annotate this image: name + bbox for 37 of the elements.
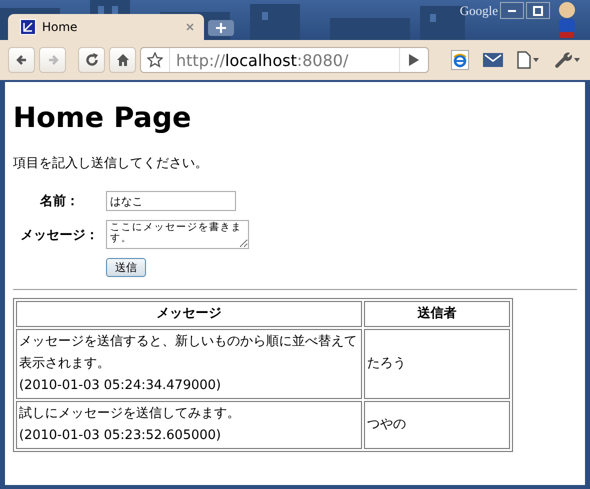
column-header: 送信者 — [364, 301, 510, 327]
minimize-icon — [508, 10, 516, 12]
go-icon[interactable] — [409, 54, 419, 66]
field-label: メッセージ： — [20, 226, 98, 244]
send-button[interactable]: 送信 — [106, 258, 146, 277]
name-field[interactable]: はなこ — [106, 191, 236, 211]
sender-cell: たろう — [364, 329, 510, 399]
maximize-button[interactable] — [526, 2, 550, 19]
sender-cell: つやの — [364, 401, 510, 449]
column-header: メッセージ — [16, 301, 362, 327]
browser-tab[interactable]: Home — [8, 14, 204, 40]
minimize-button[interactable] — [500, 2, 524, 19]
message-field[interactable]: ここにメッセージを書きます。 — [106, 220, 249, 249]
address-bar[interactable]: http://localhost:8080/ — [140, 47, 429, 73]
reload-icon — [84, 52, 100, 68]
field-label: 名前： — [40, 193, 79, 210]
timestamp-text: (2010-01-03 05:24:34.479000) — [19, 377, 222, 395]
tab-title: Home — [42, 20, 78, 34]
plus-icon — [216, 23, 226, 33]
message-text: メッセージを送信すると、新しいものから順に並べ替えて表示されます。 — [19, 333, 358, 373]
star-icon[interactable] — [147, 52, 163, 68]
page-menu-icon[interactable] — [517, 51, 541, 69]
wrench-menu-icon[interactable] — [555, 51, 581, 69]
back-button[interactable] — [8, 47, 35, 73]
url-text: http://localhost:8080/ — [175, 50, 350, 70]
instruction-text: 項目を記入し送信してください。 — [13, 155, 209, 172]
home-button[interactable] — [109, 47, 136, 73]
page-icon — [20, 19, 36, 35]
mail-icon[interactable] — [483, 53, 503, 67]
house-icon — [114, 52, 130, 68]
message-text: 試しにメッセージを送信してみます。 — [19, 405, 241, 423]
new-tab-button[interactable] — [208, 20, 234, 36]
page-heading: Home Page — [13, 100, 192, 136]
maximize-icon — [533, 6, 543, 16]
timestamp-text: (2010-01-03 05:23:52.605000) — [19, 427, 222, 445]
brand-label: Google — [460, 3, 498, 19]
reload-button[interactable] — [78, 47, 105, 73]
